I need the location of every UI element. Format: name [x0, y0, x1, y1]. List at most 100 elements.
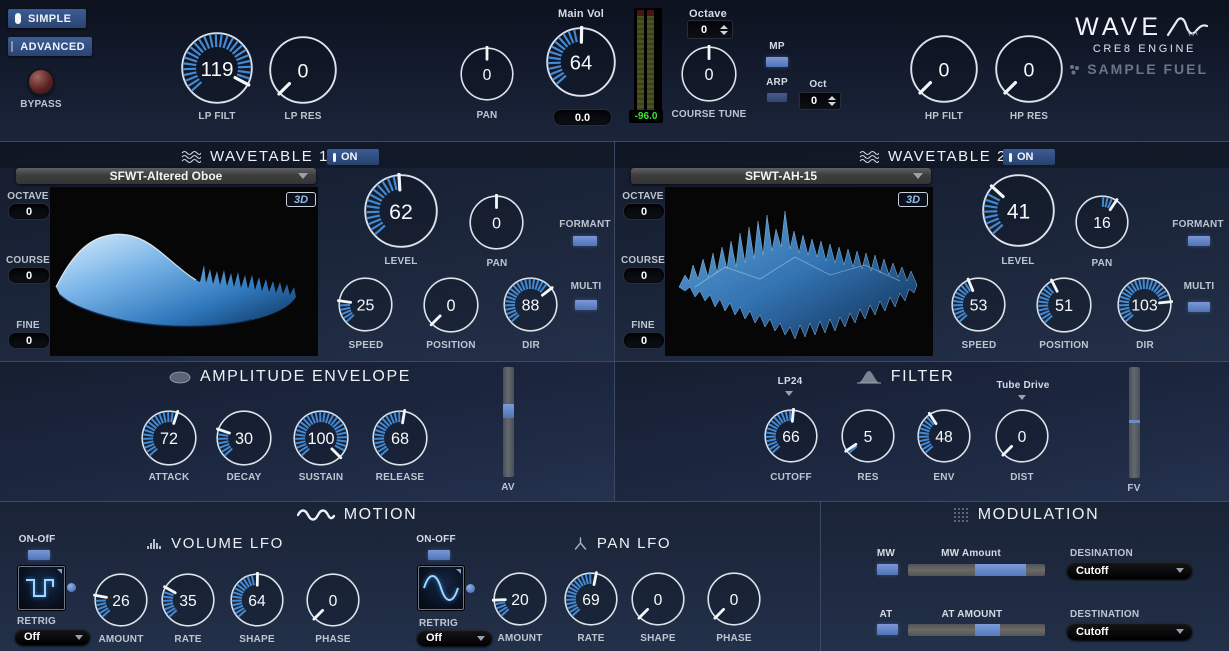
wt1-speed-knob[interactable]: 25: [336, 276, 394, 333]
at-led[interactable]: [877, 624, 898, 635]
filter-drive-arrow-icon[interactable]: [1018, 395, 1026, 400]
wavetable2-preset-dropdown[interactable]: SFWT-AH-15: [631, 168, 931, 184]
wavetable1-3d-view[interactable]: [50, 187, 318, 356]
svg-text:20: 20: [511, 592, 529, 609]
wt2-multi-led[interactable]: [1188, 302, 1210, 312]
wt2-octave-value[interactable]: 0: [623, 203, 665, 220]
at-amount-slider[interactable]: [908, 624, 1045, 636]
pan-lfo-rate-knob[interactable]: 69: [563, 571, 619, 627]
spinner-arrows-icon[interactable]: [720, 24, 732, 35]
env-label: ENV: [933, 472, 955, 483]
simple-button[interactable]: SIMPLE: [8, 9, 86, 28]
main-vol-label: Main Vol: [557, 8, 604, 20]
attack-knob[interactable]: 72: [140, 409, 198, 467]
fv-slider[interactable]: [1129, 367, 1140, 478]
spinner-arrows-icon[interactable]: [828, 96, 840, 106]
wt2-course-value[interactable]: 0: [623, 267, 665, 284]
pan-lfo-title-text: PAN LFO: [596, 535, 672, 552]
octave-spinner[interactable]: 0: [687, 20, 733, 39]
wt2-formant-led[interactable]: [1188, 236, 1210, 246]
pan-lfo-title: PAN LFO: [522, 535, 722, 552]
decay-knob[interactable]: 30: [215, 409, 273, 467]
pan-lfo-shape-knob[interactable]: 0: [630, 571, 686, 627]
wt1-level-knob[interactable]: 62: [363, 172, 439, 249]
pan-lfo-onoff-led[interactable]: [428, 550, 450, 560]
advanced-button[interactable]: ADVANCED: [8, 37, 92, 56]
at-destination-dropdown[interactable]: Cutoff: [1067, 623, 1192, 640]
mw-led[interactable]: [877, 564, 898, 575]
filter-type-arrow-icon[interactable]: [785, 391, 793, 396]
av-slider-handle[interactable]: [503, 404, 514, 418]
course-tune-knob[interactable]: 0: [680, 44, 738, 103]
mw-amount-slider[interactable]: [908, 564, 1045, 576]
wt2-pan-knob[interactable]: 16: [1074, 194, 1130, 250]
lp-res-knob[interactable]: 0: [268, 35, 338, 105]
dist-knob[interactable]: 0: [994, 408, 1050, 464]
toggle-pill-icon: [15, 13, 21, 24]
mw-destination-dropdown[interactable]: Cutoff: [1067, 562, 1192, 579]
course-tune-label: COURSE TUNE: [671, 109, 747, 120]
wt1-position-knob[interactable]: 0: [422, 276, 480, 334]
svg-text:25: 25: [357, 297, 375, 314]
amp-env-icon: [169, 371, 191, 383]
wavetable1-on-button[interactable]: ON: [327, 149, 379, 165]
filter-drive-value[interactable]: Tube Drive: [973, 380, 1073, 391]
sustain-knob[interactable]: 100: [292, 409, 350, 467]
wt2-formant-label: FORMANT: [1172, 219, 1224, 230]
wave-logo-icon: [1166, 16, 1209, 36]
env-knob[interactable]: 48: [916, 408, 972, 464]
wt2-speed-knob[interactable]: 53: [950, 276, 1007, 333]
svg-text:0: 0: [704, 66, 713, 84]
wave-lines-icon: [181, 150, 201, 163]
wt1-fine-value[interactable]: 0: [8, 332, 50, 349]
pan-lfo-amount-knob[interactable]: 20: [491, 571, 548, 627]
vol-lfo-rate-knob[interactable]: 35: [160, 572, 216, 628]
dist-label: DIST: [1010, 472, 1034, 483]
wt2-level-knob[interactable]: 41: [981, 173, 1056, 248]
svg-text:66: 66: [782, 429, 800, 446]
fv-slider-handle[interactable]: [1129, 420, 1140, 423]
vol-lfo-wave-selector[interactable]: [18, 566, 65, 610]
pan-lfo-active-led: [466, 584, 475, 593]
wt1-formant-led[interactable]: [573, 236, 597, 246]
wt1-octave-value[interactable]: 0: [8, 203, 50, 220]
svg-text:41: 41: [1007, 200, 1030, 223]
svg-text:51: 51: [1055, 297, 1073, 315]
res-knob[interactable]: 5: [840, 408, 896, 464]
bypass-button[interactable]: [29, 70, 53, 94]
vol-lfo-onoff-led[interactable]: [28, 550, 50, 560]
vol-lfo-onoff-label: ON-OfF: [18, 534, 56, 545]
wavetable2-3d-button[interactable]: 3D: [898, 192, 928, 207]
wt1-multi-led[interactable]: [575, 300, 597, 310]
main-vol-knob[interactable]: 64: [545, 25, 617, 98]
pan-balance-icon: [574, 537, 587, 550]
svg-text:35: 35: [179, 593, 197, 610]
svg-text:0: 0: [730, 592, 739, 609]
wt2-position-knob[interactable]: 51: [1035, 276, 1093, 334]
octave-label: Octave: [689, 8, 727, 20]
wt2-fine-value[interactable]: 0: [623, 332, 665, 349]
wavetable1-3d-button[interactable]: 3D: [286, 192, 316, 207]
hp-res-knob[interactable]: 0: [994, 34, 1064, 104]
pan-knob[interactable]: 0: [459, 45, 515, 102]
av-slider[interactable]: [503, 367, 514, 477]
release-knob[interactable]: 68: [371, 408, 429, 467]
vol-lfo-phase-knob[interactable]: 0: [305, 572, 361, 628]
hp-filt-knob[interactable]: 0: [909, 34, 979, 104]
vol-lfo-shape-knob[interactable]: 64: [229, 571, 285, 628]
pan-lfo-phase-knob[interactable]: 0: [706, 571, 762, 627]
vol-lfo-amount-knob[interactable]: 26: [93, 572, 149, 628]
wavetable2-on-button[interactable]: ON: [1003, 149, 1055, 165]
wavetable1-preset-dropdown[interactable]: SFWT-Altered Oboe: [16, 168, 316, 184]
oct-spinner[interactable]: 0: [799, 92, 841, 110]
lp-filt-knob[interactable]: 119: [180, 31, 254, 105]
hp-res-label: HP RES: [1009, 111, 1049, 122]
oct-label: Oct: [809, 79, 827, 90]
mp-led[interactable]: [766, 57, 788, 67]
wavetable2-3d-view[interactable]: [665, 187, 933, 356]
wt1-pan-knob[interactable]: 0: [468, 193, 525, 251]
wt1-course-value[interactable]: 0: [8, 267, 50, 284]
arp-led[interactable]: [767, 93, 787, 102]
pan-lfo-wave-selector[interactable]: [418, 566, 464, 610]
cutoff-knob[interactable]: 66: [763, 407, 819, 464]
